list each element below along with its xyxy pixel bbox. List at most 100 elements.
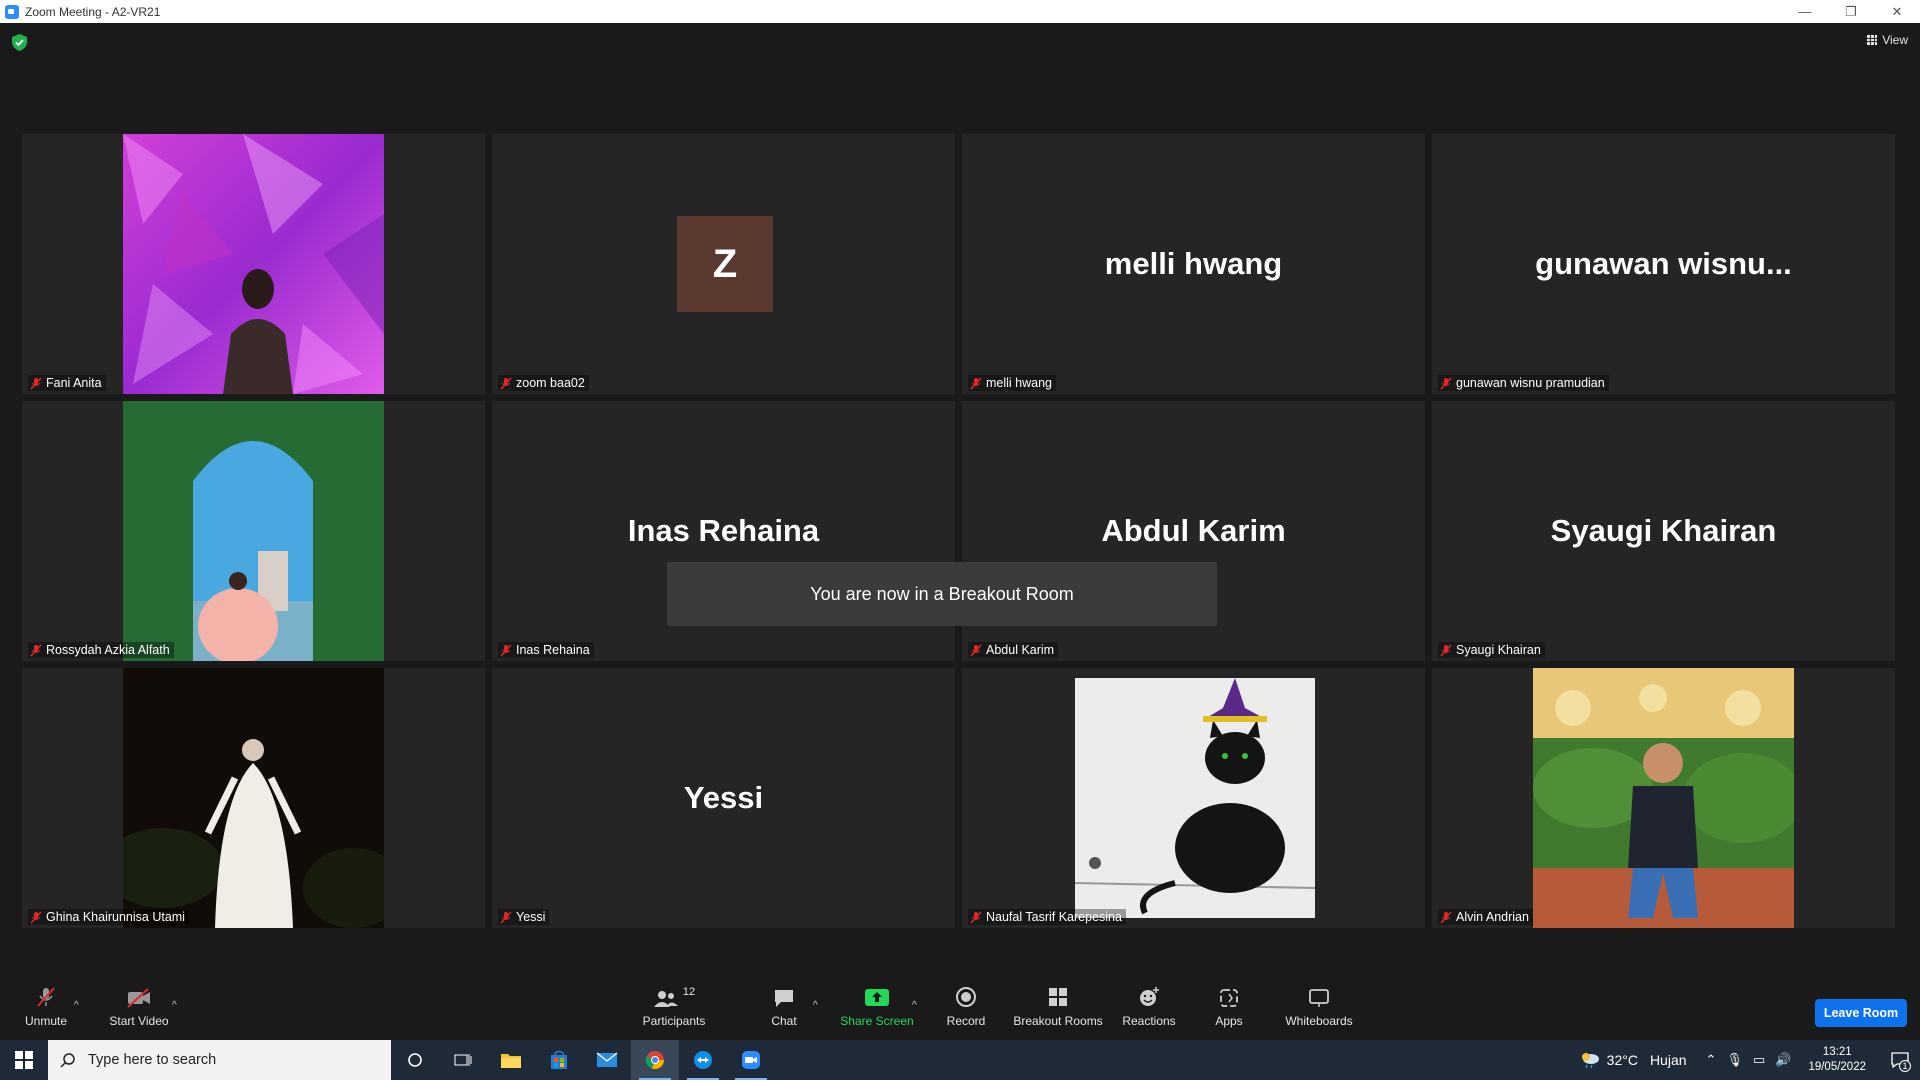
start-video-button[interactable]: Start Video bbox=[104, 978, 174, 1039]
file-explorer-button[interactable] bbox=[487, 1040, 535, 1080]
whiteboard-icon bbox=[1309, 989, 1329, 1007]
restore-button[interactable]: ❐ bbox=[1828, 0, 1874, 23]
mic-muted-icon bbox=[500, 376, 512, 390]
reactions-button[interactable]: Reactions bbox=[1122, 978, 1176, 1039]
meeting-toolbar: Unmute ^ Start Video ^ 12 Participants C… bbox=[0, 978, 1920, 1039]
notification-count: 1 bbox=[1899, 1060, 1911, 1072]
search-placeholder: Type here to search bbox=[88, 1052, 217, 1068]
chat-button[interactable]: Chat bbox=[764, 978, 804, 1039]
video-tile[interactable]: Alvin Andrian bbox=[1432, 668, 1895, 928]
mail-icon bbox=[596, 1052, 618, 1067]
whiteboards-button[interactable]: Whiteboards bbox=[1282, 978, 1356, 1039]
share-screen-button[interactable]: Share Screen bbox=[840, 978, 914, 1039]
chat-options-caret-icon[interactable]: ^ bbox=[813, 1000, 818, 1011]
mic-muted-icon bbox=[500, 643, 512, 657]
video-options-caret-icon[interactable]: ^ bbox=[172, 1000, 177, 1011]
close-button[interactable]: ✕ bbox=[1874, 0, 1920, 23]
audio-options-caret-icon[interactable]: ^ bbox=[74, 1000, 79, 1011]
view-button[interactable]: View bbox=[1867, 33, 1908, 47]
participant-name-label: Inas Rehaina bbox=[498, 642, 594, 658]
leave-room-button[interactable]: Leave Room bbox=[1815, 999, 1907, 1027]
record-icon bbox=[956, 987, 976, 1007]
share-options-caret-icon[interactable]: ^ bbox=[912, 1000, 917, 1011]
chat-icon bbox=[775, 990, 793, 1007]
mic-muted-icon bbox=[1440, 376, 1452, 390]
video-tile[interactable]: Rossydah Azkia Alfath bbox=[22, 401, 485, 661]
participants-count: 12 bbox=[682, 986, 696, 998]
participant-display-name: melli hwang bbox=[1104, 246, 1283, 281]
participant-name-label: Naufal Tasrif Karepesina bbox=[968, 909, 1126, 925]
video-tile[interactable]: Ghina Khairunnisa Utami bbox=[22, 668, 485, 928]
mic-muted-icon bbox=[500, 910, 512, 924]
video-tile[interactable]: Naufal Tasrif Karepesina bbox=[962, 668, 1425, 928]
mic-muted-icon bbox=[30, 643, 42, 657]
volume-icon[interactable]: 🔊 bbox=[1775, 1052, 1791, 1068]
taskbar-clock[interactable]: 13:21 19/05/2022 bbox=[1808, 1045, 1866, 1075]
participant-display-name: Yessi bbox=[683, 780, 764, 815]
apps-icon bbox=[1220, 989, 1238, 1007]
grid-view-icon bbox=[1867, 35, 1878, 45]
mic-muted-icon bbox=[970, 376, 982, 390]
participant-video bbox=[123, 401, 384, 661]
taskbar-search-box[interactable]: Type here to search bbox=[48, 1040, 391, 1080]
participant-name-label: Yessi bbox=[498, 909, 550, 925]
windows-logo-icon bbox=[15, 1051, 33, 1069]
participant-video bbox=[123, 668, 384, 928]
participant-name-label: Rossydah Azkia Alfath bbox=[28, 642, 174, 658]
video-tile[interactable]: melli hwang melli hwang bbox=[962, 134, 1425, 394]
task-view-icon bbox=[454, 1054, 472, 1066]
search-icon bbox=[60, 1053, 75, 1068]
weather-rain-icon bbox=[1581, 1053, 1599, 1069]
video-tile[interactable]: Z zoom baa02 bbox=[492, 134, 955, 394]
teamviewer-button[interactable] bbox=[679, 1040, 727, 1080]
network-icon[interactable]: ▭ bbox=[1753, 1052, 1765, 1068]
zoom-taskbar-button[interactable] bbox=[727, 1040, 775, 1080]
apps-button[interactable]: Apps bbox=[1212, 978, 1246, 1039]
minimize-button[interactable]: — bbox=[1782, 0, 1828, 23]
notifications-button[interactable]: 1 bbox=[1880, 1040, 1920, 1080]
participant-video bbox=[1075, 678, 1315, 918]
unmute-button[interactable]: Unmute bbox=[20, 978, 72, 1039]
participant-name-label: Alvin Andrian bbox=[1438, 909, 1533, 925]
store-icon bbox=[551, 1050, 567, 1069]
microphone-icon[interactable]: 🎙 bbox=[1726, 1052, 1743, 1068]
video-off-icon bbox=[127, 988, 150, 1008]
mic-muted-icon bbox=[970, 643, 982, 657]
participant-display-name: Syaugi Khairan bbox=[1550, 513, 1777, 548]
weather-temperature: 32°C bbox=[1606, 1052, 1638, 1068]
participant-name-label: Syaugi Khairan bbox=[1438, 642, 1545, 658]
mic-muted-icon bbox=[37, 987, 55, 1007]
participant-display-name: gunawan wisnu... bbox=[1535, 246, 1792, 281]
title-bar: Zoom Meeting - A2-VR21 — ❐ ✕ bbox=[0, 0, 1920, 23]
participants-button[interactable]: 12 Participants bbox=[638, 978, 710, 1039]
record-button[interactable]: Record bbox=[944, 978, 988, 1039]
microsoft-store-button[interactable] bbox=[535, 1040, 583, 1080]
chrome-icon bbox=[645, 1051, 664, 1070]
start-button[interactable] bbox=[0, 1040, 48, 1080]
mail-button[interactable] bbox=[583, 1040, 631, 1080]
participant-name-label: Abdul Karim bbox=[968, 642, 1059, 658]
video-tile[interactable]: Fani Anita bbox=[22, 134, 485, 394]
zoom-icon bbox=[742, 1051, 760, 1069]
security-shield-icon[interactable] bbox=[12, 34, 27, 51]
weather-condition: Hujan bbox=[1649, 1052, 1687, 1068]
teamviewer-icon bbox=[694, 1051, 712, 1069]
window-title: Zoom Meeting - A2-VR21 bbox=[25, 4, 161, 19]
show-hidden-icons-icon[interactable]: ⌃ bbox=[1706, 1052, 1717, 1068]
cortana-button[interactable] bbox=[391, 1040, 439, 1080]
view-label: View bbox=[1882, 33, 1908, 47]
video-tile[interactable]: Yessi Yessi bbox=[492, 668, 955, 928]
weather-widget[interactable]: 32°C Hujan bbox=[1579, 1051, 1687, 1069]
task-view-button[interactable] bbox=[439, 1040, 487, 1080]
mic-muted-icon bbox=[30, 910, 42, 924]
participant-name-label: melli hwang bbox=[968, 375, 1057, 391]
clock-time: 13:21 bbox=[1822, 1046, 1852, 1058]
chrome-button[interactable] bbox=[631, 1040, 679, 1080]
participant-video bbox=[1533, 668, 1794, 928]
system-tray: 32°C Hujan ⌃ 🎙 ▭ 🔊 13:21 19/05/2022 1 bbox=[1579, 1040, 1920, 1080]
video-tile[interactable]: gunawan wisnu... gunawan wisnu pramudian bbox=[1432, 134, 1895, 394]
breakout-room-notification: You are now in a Breakout Room bbox=[667, 562, 1217, 626]
breakout-rooms-button[interactable]: Breakout Rooms bbox=[1013, 978, 1103, 1039]
video-tile[interactable]: Syaugi Khairan Syaugi Khairan bbox=[1432, 401, 1895, 661]
participants-icon bbox=[653, 991, 678, 1007]
